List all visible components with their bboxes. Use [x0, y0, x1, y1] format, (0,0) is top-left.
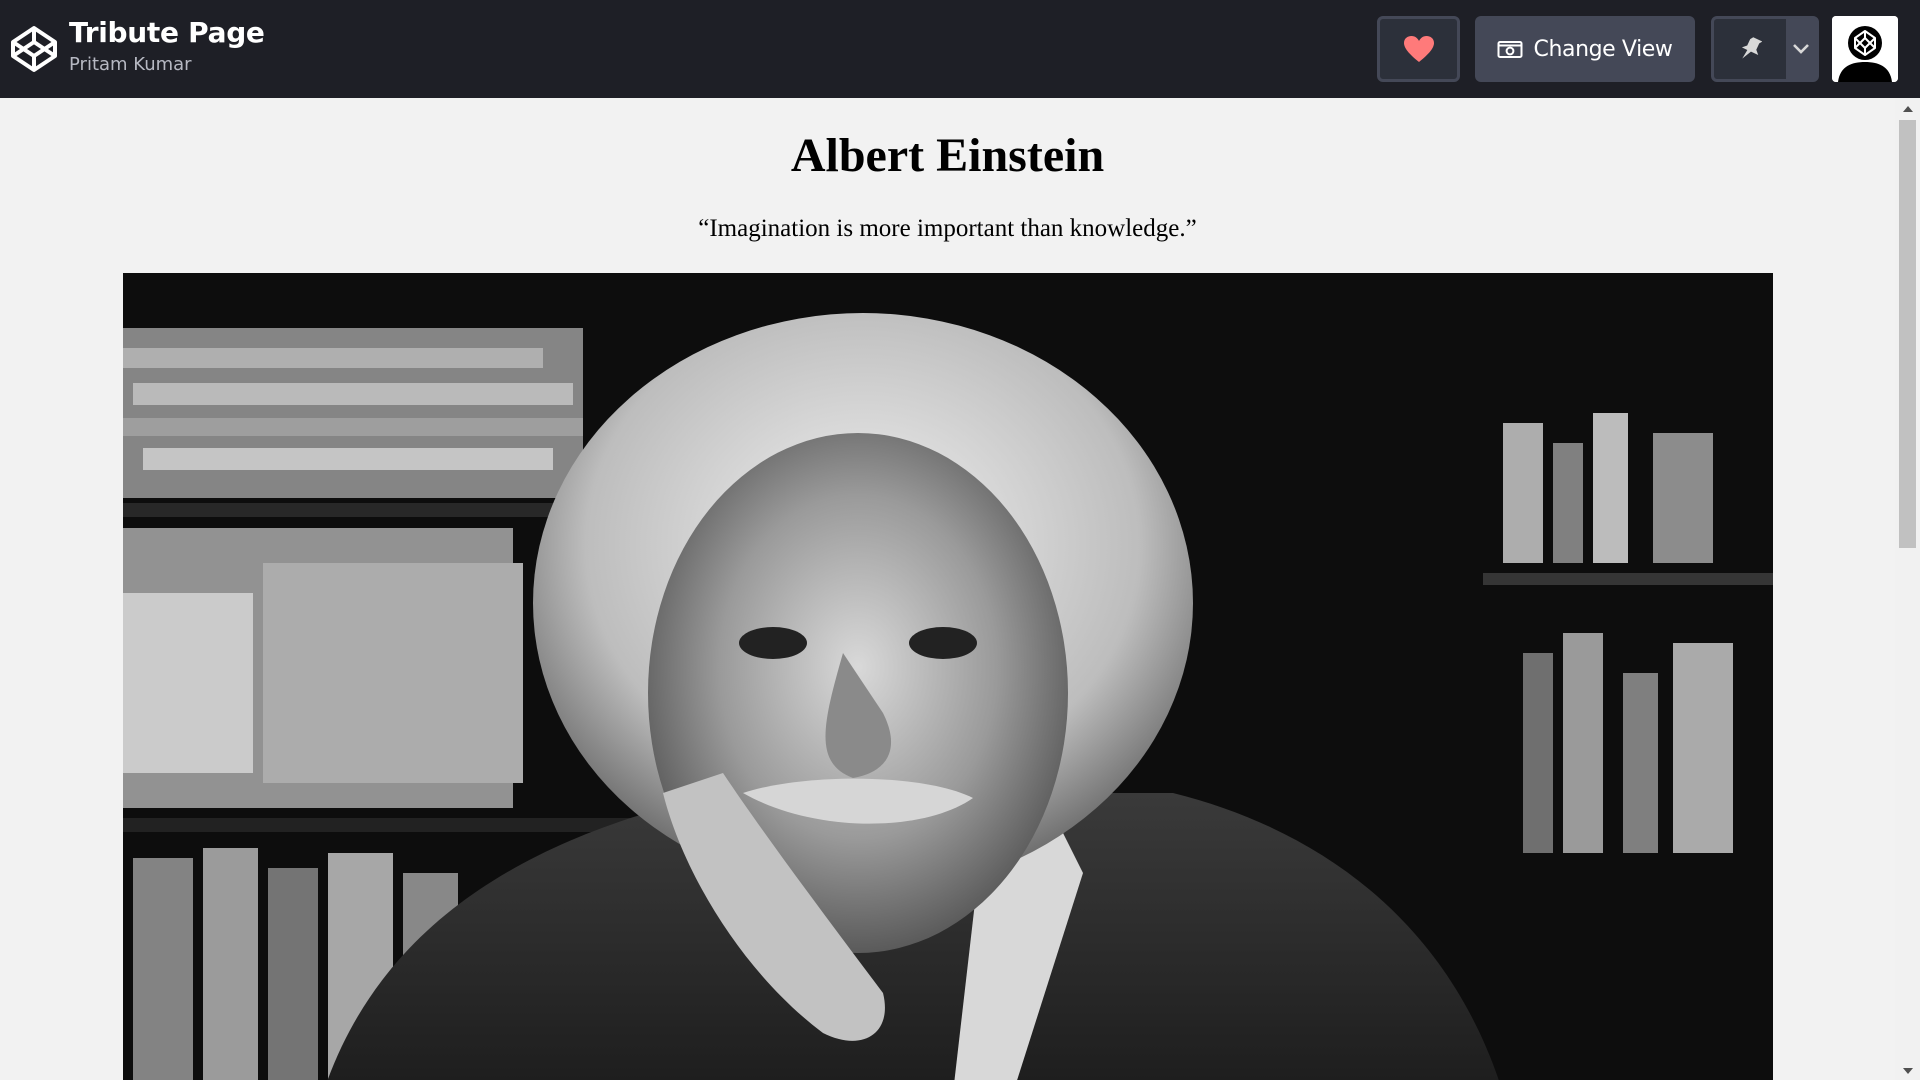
- like-button[interactable]: [1377, 16, 1460, 82]
- eye-view-icon: [1497, 41, 1523, 58]
- einstein-portrait: [123, 273, 1773, 1080]
- scroll-up-arrow-icon[interactable]: [1903, 106, 1913, 112]
- pen-preview: Albert Einstein “Imagination is more imp…: [0, 98, 1920, 1080]
- preview-scrollbar[interactable]: [1895, 98, 1920, 1080]
- tribute-heading: Albert Einstein: [790, 129, 1105, 182]
- pin-dropdown-toggle[interactable]: [1786, 19, 1816, 79]
- avatar-image: [1832, 16, 1898, 82]
- portrait-image: [123, 273, 1773, 1080]
- scroll-thumb[interactable]: [1899, 120, 1916, 548]
- scroll-down-arrow-icon[interactable]: [1903, 1068, 1913, 1074]
- codepen-logo-icon[interactable]: [10, 25, 58, 73]
- pin-button[interactable]: [1714, 19, 1786, 79]
- top-bar: Tribute Page Pritam Kumar Change View: [0, 0, 1920, 98]
- chevron-down-icon: [1793, 44, 1809, 54]
- pen-title-block: Tribute Page Pritam Kumar: [69, 15, 265, 77]
- tribute-quote: “Imagination is more important than know…: [698, 215, 1197, 242]
- pin-menu-button[interactable]: [1711, 16, 1819, 82]
- change-view-label: Change View: [1533, 36, 1673, 62]
- pen-title[interactable]: Tribute Page: [69, 15, 265, 51]
- change-view-button[interactable]: Change View: [1475, 16, 1695, 82]
- pin-icon: [1741, 37, 1762, 59]
- pen-author[interactable]: Pritam Kumar: [69, 53, 265, 77]
- user-avatar[interactable]: [1832, 16, 1898, 82]
- heart-icon: [1403, 36, 1434, 62]
